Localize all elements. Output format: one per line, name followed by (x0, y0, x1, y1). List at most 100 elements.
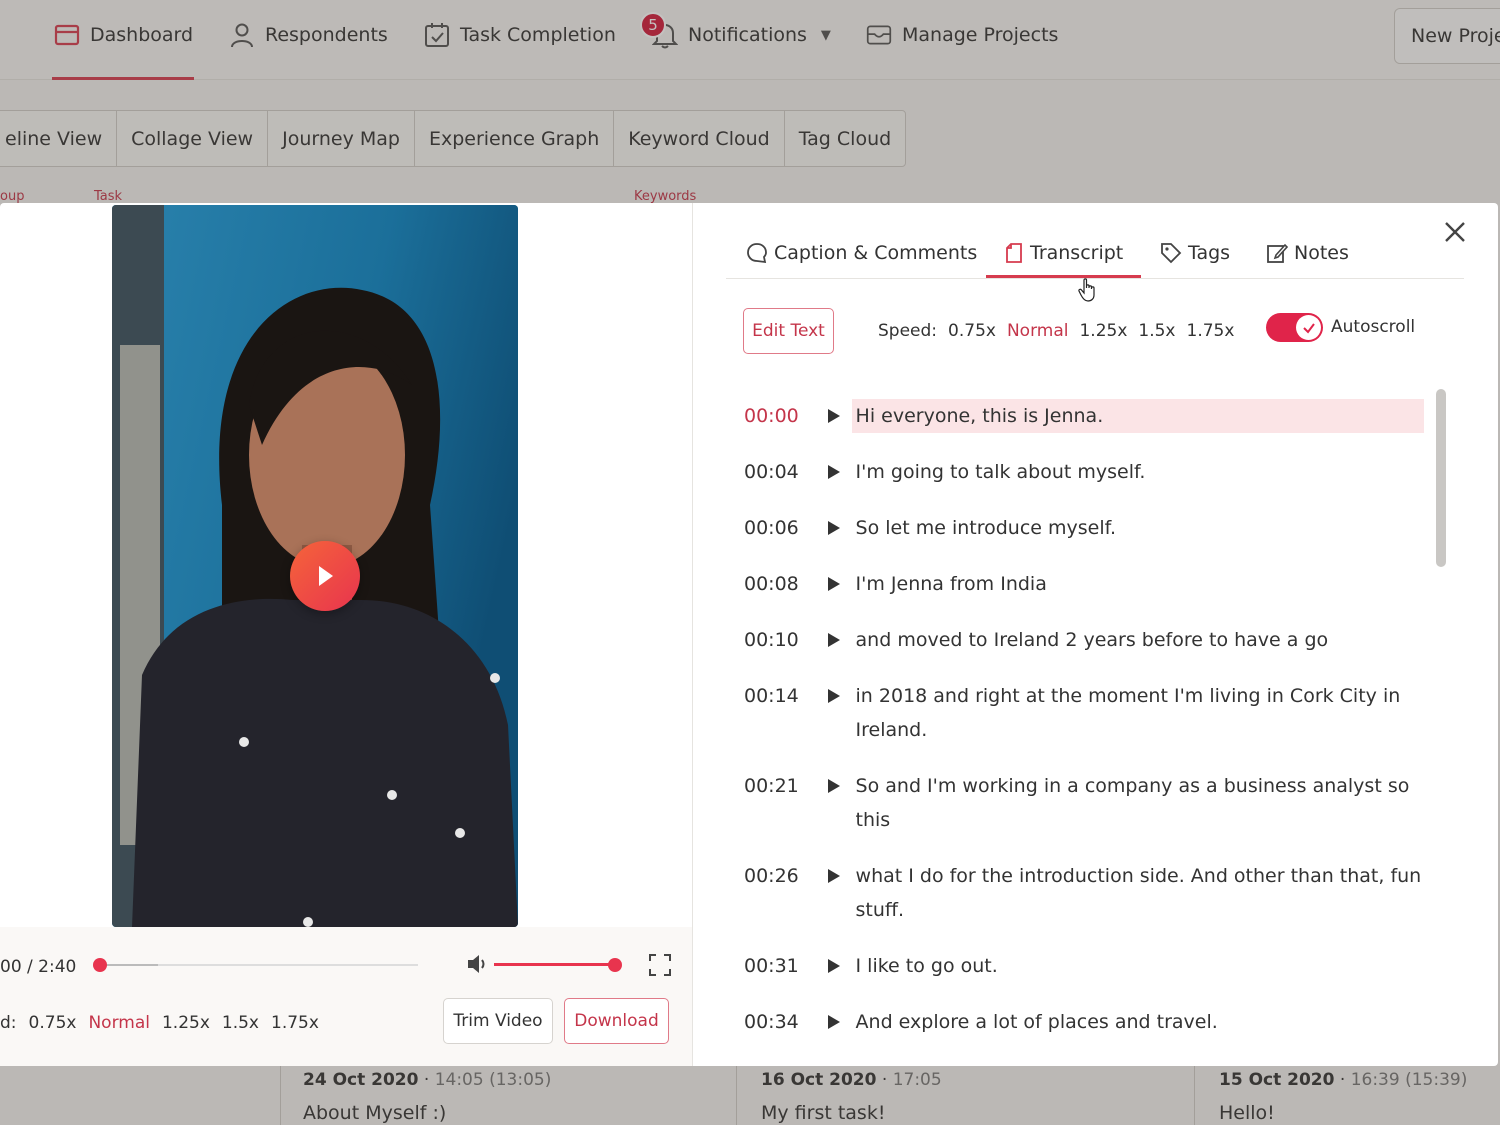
speed-option-active[interactable]: Normal (88, 1013, 150, 1033)
tab-notes[interactable]: Notes (1266, 229, 1349, 277)
tab-tag-cloud[interactable]: Tag Cloud (785, 111, 905, 166)
play-button[interactable] (290, 541, 360, 611)
transcript-text: in 2018 and right at the moment I'm livi… (855, 685, 1401, 741)
play-line-button[interactable] (816, 679, 852, 713)
transcript-line[interactable]: 00:14 in 2018 and right at the moment I'… (744, 679, 1424, 747)
tab-collage-view[interactable]: Collage View (117, 111, 269, 166)
video-controls: 00 / 2:40 d: 0.75x Normal 1.25x 1.5x 1.7… (0, 927, 692, 1066)
tab-keyword-cloud[interactable]: Keyword Cloud (614, 111, 785, 166)
transcript-scrollbar[interactable] (1436, 389, 1446, 567)
play-line-button[interactable] (816, 567, 852, 601)
nav-notifications[interactable]: Notifications ▼ (652, 18, 831, 52)
progress-handle[interactable] (93, 958, 107, 972)
card-divider (280, 1066, 281, 1125)
download-button[interactable]: Download (564, 998, 669, 1044)
speed-option[interactable]: 0.75x (948, 321, 996, 341)
nav-manage-projects[interactable]: Manage Projects (866, 18, 1058, 52)
timestamp[interactable]: 00:31 (744, 949, 816, 983)
edit-note-icon (1267, 243, 1288, 263)
play-line-button[interactable] (816, 399, 852, 433)
transcript-text: Hi everyone, this is Jenna. (851, 399, 1424, 433)
transcript-line[interactable]: 00:21 So and I'm working in a company as… (744, 769, 1424, 837)
transcript-text: I love traveling, but you know, (852, 1061, 1424, 1066)
volume-icon[interactable] (466, 953, 490, 979)
volume-handle[interactable] (608, 958, 622, 972)
nav-dashboard-label: Dashboard (90, 24, 194, 46)
progress-buffered (100, 964, 158, 966)
play-line-button[interactable] (816, 511, 852, 545)
autoscroll-toggle[interactable] (1266, 313, 1323, 342)
trim-video-button[interactable]: Trim Video (443, 998, 553, 1044)
new-project-button[interactable]: New Proje (1394, 8, 1500, 64)
transcript-line[interactable]: 00:00 Hi everyone, this is Jenna. (744, 399, 1424, 433)
tab-journey-map[interactable]: Journey Map (268, 111, 415, 166)
speed-option[interactable]: 1.75x (271, 1013, 319, 1033)
timestamp[interactable]: 00:00 (744, 399, 816, 433)
tab-transcript[interactable]: Transcript (1004, 229, 1123, 277)
nav-task-completion-label: Task Completion (460, 24, 616, 46)
chevron-down-icon: ▼ (820, 27, 831, 43)
speed-option-active[interactable]: Normal (1007, 321, 1069, 341)
volume-track[interactable] (494, 963, 615, 966)
nav-respondents-label: Respondents (265, 24, 388, 46)
play-line-button[interactable] (816, 1005, 852, 1039)
timestamp[interactable]: 00:08 (744, 567, 816, 601)
timestamp[interactable]: 00:37 (744, 1061, 816, 1066)
speed-option[interactable]: 1.25x (162, 1013, 210, 1033)
nav-respondents[interactable]: Respondents (229, 18, 388, 52)
transcript-line[interactable]: 00:10 and moved to Ireland 2 years befor… (744, 623, 1424, 657)
filter-label-task: Task (94, 189, 123, 204)
transcript-line[interactable]: 00:34 And explore a lot of places and tr… (744, 1005, 1424, 1039)
video-pane: 00 / 2:40 d: 0.75x Normal 1.25x 1.5x 1.7… (0, 203, 693, 1066)
transcript-line[interactable]: 00:37 I love traveling, but you know, (744, 1061, 1424, 1066)
timestamp[interactable]: 00:26 (744, 859, 816, 893)
active-tab-indicator (986, 275, 1141, 278)
play-line-button[interactable] (816, 859, 852, 893)
card-title[interactable]: My first task! (761, 1102, 885, 1124)
notification-badge: 5 (640, 12, 666, 38)
card-date: 16 Oct 2020 · 17:05 (761, 1070, 942, 1090)
tab-timeline-view[interactable]: eline View (0, 111, 118, 166)
timestamp[interactable]: 00:04 (744, 455, 816, 489)
timestamp[interactable]: 00:21 (744, 769, 816, 803)
transcript-line[interactable]: 00:06 So let me introduce myself. (744, 511, 1424, 545)
edit-text-button[interactable]: Edit Text (743, 308, 834, 354)
card-date: 24 Oct 2020 · 14:05 (13:05) (303, 1070, 552, 1090)
nav-notifications-label: Notifications (688, 24, 807, 46)
transcript-text: I'm going to talk about myself. (855, 461, 1146, 483)
speed-option[interactable]: 1.5x (1138, 321, 1175, 341)
nav-task-completion[interactable]: Task Completion (424, 18, 616, 52)
play-line-button[interactable] (816, 455, 852, 489)
tab-transcript-label: Transcript (1030, 242, 1124, 264)
play-icon (827, 465, 840, 479)
transcript-line[interactable]: 00:26 what I do for the introduction sid… (744, 859, 1424, 927)
tab-caption-comments[interactable]: Caption & Comments (746, 229, 977, 277)
speed-option[interactable]: 0.75x (29, 1013, 77, 1033)
tab-tags[interactable]: Tags (1160, 229, 1230, 277)
card-title[interactable]: About Myself :) (303, 1102, 446, 1124)
timestamp[interactable]: 00:10 (744, 623, 816, 657)
play-line-button[interactable] (816, 769, 852, 803)
play-line-button[interactable] (816, 949, 852, 983)
transcript-text: So let me introduce myself. (855, 517, 1116, 539)
speed-option[interactable]: 1.5x (222, 1013, 259, 1033)
tab-experience-graph[interactable]: Experience Graph (415, 111, 615, 166)
transcript-line[interactable]: 00:08 I'm Jenna from India (744, 567, 1424, 601)
nav-dashboard[interactable]: Dashboard (54, 18, 193, 52)
card-title[interactable]: Hello! (1219, 1102, 1275, 1124)
transcript-line[interactable]: 00:04 I'm going to talk about myself. (744, 455, 1424, 489)
speed-label: Speed: (878, 321, 938, 341)
play-icon (827, 959, 840, 973)
speed-option[interactable]: 1.75x (1187, 321, 1235, 341)
timestamp[interactable]: 00:06 (744, 511, 816, 545)
transcript-line[interactable]: 00:31 I like to go out. (744, 949, 1424, 983)
timestamp[interactable]: 00:14 (744, 679, 816, 713)
play-icon (827, 869, 840, 883)
play-line-button[interactable] (816, 623, 852, 657)
fullscreen-icon[interactable] (648, 953, 672, 981)
timestamp[interactable]: 00:34 (744, 1005, 816, 1039)
play-icon (827, 577, 840, 591)
card-divider (736, 1066, 737, 1125)
speed-option[interactable]: 1.25x (1079, 321, 1127, 341)
play-line-button[interactable] (816, 1061, 852, 1066)
